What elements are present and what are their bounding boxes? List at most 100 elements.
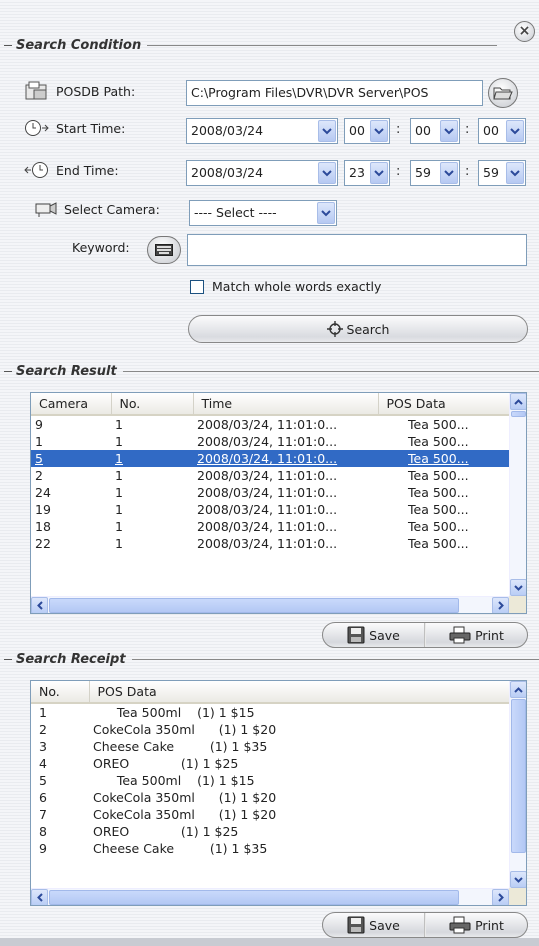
scroll-down-icon[interactable]	[510, 871, 526, 888]
result-horizontal-scrollbar[interactable]	[31, 596, 509, 613]
start-second-select[interactable]: 00	[478, 118, 526, 144]
virtual-keyboard-button[interactable]	[147, 236, 181, 264]
table-row[interactable]: 7 CokeCola 350ml (1) 1 $20	[31, 806, 526, 823]
table-cell: 1	[115, 536, 123, 551]
scroll-left-icon[interactable]	[31, 597, 48, 613]
receipt-vertical-scrollbar[interactable]	[509, 681, 526, 888]
table-cell: 4	[39, 756, 47, 771]
folder-open-icon	[493, 87, 513, 100]
search-button[interactable]: Search	[188, 315, 528, 343]
time-separator: :	[465, 122, 470, 137]
start-hour-value: 00	[349, 123, 365, 138]
scroll-up-icon[interactable]	[510, 393, 526, 410]
scroll-thumb[interactable]	[511, 411, 526, 417]
column-header[interactable]: Camera	[31, 393, 112, 416]
table-row[interactable]: 4 OREO (1) 1 $25	[31, 755, 526, 772]
table-row[interactable]: 2 1 2008/03/24, 11:01:0... Tea 500...	[31, 467, 526, 484]
table-row[interactable]: 8 OREO (1) 1 $25	[31, 823, 526, 840]
table-cell: 1	[115, 519, 123, 534]
end-minute-value: 59	[415, 165, 431, 180]
table-row[interactable]: 9 1 2008/03/24, 11:01:0... Tea 500...	[31, 415, 526, 433]
chevron-down-icon[interactable]	[440, 120, 458, 142]
start-date-select[interactable]: 2008/03/24	[186, 118, 338, 144]
chevron-down-icon[interactable]	[440, 162, 458, 184]
table-row[interactable]: 1 Tea 500ml (1) 1 $15	[31, 703, 526, 721]
end-time-row: End Time:	[24, 160, 119, 180]
scroll-up-icon[interactable]	[510, 681, 526, 698]
clock-end-icon	[24, 162, 48, 178]
table-cell: Tea 500...	[408, 502, 469, 517]
table-row[interactable]: 9 Cheese Cake (1) 1 $35	[31, 840, 526, 857]
scroll-left-icon[interactable]	[31, 889, 48, 905]
chevron-down-icon[interactable]	[370, 120, 388, 142]
table-cell: Tea 500...	[408, 519, 469, 534]
end-second-select[interactable]: 59	[478, 160, 526, 186]
result-print-button[interactable]: Print	[426, 623, 527, 647]
table-cell: 2008/03/24, 11:01:0...	[197, 485, 338, 500]
table-cell: Tea 500ml (1) 1 $15	[93, 705, 255, 720]
scroll-down-icon[interactable]	[510, 579, 526, 596]
receipt-save-button[interactable]: Save	[323, 913, 424, 937]
chevron-down-icon[interactable]	[318, 162, 336, 184]
start-second-value: 00	[483, 123, 499, 138]
column-header[interactable]: POS Data	[89, 681, 526, 704]
match-whole-words-checkbox[interactable]	[190, 280, 204, 294]
table-row[interactable]: 1 1 2008/03/24, 11:01:0... Tea 500...	[31, 433, 526, 450]
table-cell: 1	[111, 450, 193, 467]
table-row[interactable]: 19 1 2008/03/24, 11:01:0... Tea 500...	[31, 501, 526, 518]
start-minute-value: 00	[415, 123, 431, 138]
keyboard-icon	[155, 244, 173, 256]
column-header[interactable]: POS Data	[378, 393, 526, 416]
result-save-button[interactable]: Save	[323, 623, 424, 647]
printer-icon	[449, 916, 471, 934]
table-row[interactable]: 6 CokeCola 350ml (1) 1 $20	[31, 789, 526, 806]
save-label: Save	[369, 627, 400, 643]
table-cell: 1	[39, 705, 47, 720]
folder-icon	[25, 81, 47, 100]
column-header[interactable]: No.	[111, 393, 194, 416]
posdb-path-field[interactable]: C:\Program Files\DVR\DVR Server\POS	[186, 80, 483, 106]
browse-folder-button[interactable]	[488, 78, 518, 108]
table-cell: Tea 500...	[378, 450, 526, 467]
camera-select[interactable]: ---- Select ----	[189, 200, 337, 226]
start-minute-select[interactable]: 00	[410, 118, 460, 144]
chevron-down-icon[interactable]	[506, 120, 524, 142]
receipt-print-button[interactable]: Print	[426, 913, 527, 937]
table-row[interactable]: 22 1 2008/03/24, 11:01:0... Tea 500...	[31, 535, 526, 552]
column-header[interactable]: No.	[31, 681, 90, 704]
end-hour-select[interactable]: 23	[344, 160, 390, 186]
chevron-down-icon[interactable]	[370, 162, 388, 184]
end-date-select[interactable]: 2008/03/24	[186, 160, 338, 186]
scroll-right-icon[interactable]	[492, 597, 509, 613]
chevron-down-icon[interactable]	[506, 162, 524, 184]
end-minute-select[interactable]: 59	[410, 160, 460, 186]
start-hour-select[interactable]: 00	[344, 118, 390, 144]
scroll-right-icon[interactable]	[492, 889, 509, 905]
receipt-horizontal-scrollbar[interactable]	[31, 888, 509, 905]
chevron-down-icon[interactable]	[318, 120, 336, 142]
table-row[interactable]: 5 Tea 500ml (1) 1 $15	[31, 772, 526, 789]
section-title: Search Receipt	[16, 652, 126, 667]
table-row[interactable]: 2 CokeCola 350ml (1) 1 $20	[31, 721, 526, 738]
table-cell: 2008/03/24, 11:01:0...	[197, 536, 338, 551]
camera-icon	[35, 202, 57, 217]
scroll-thumb[interactable]	[49, 598, 459, 613]
result-vertical-scrollbar[interactable]	[509, 393, 526, 596]
table-row[interactable]: 24 1 2008/03/24, 11:01:0... Tea 500...	[31, 484, 526, 501]
chevron-down-icon[interactable]	[317, 202, 335, 224]
search-condition-header: Search Condition	[0, 38, 498, 53]
search-receipt-header: Search Receipt	[0, 652, 539, 667]
table-row[interactable]: 18 1 2008/03/24, 11:01:0... Tea 500...	[31, 518, 526, 535]
close-icon[interactable]: ×	[514, 21, 535, 42]
keyword-label: Keyword:	[72, 240, 130, 255]
table-cell: 2008/03/24, 11:01:0...	[193, 450, 378, 467]
keyword-input[interactable]	[187, 234, 527, 266]
table-cell: 1	[115, 485, 123, 500]
scroll-thumb[interactable]	[511, 699, 526, 853]
table-row[interactable]: 3 Cheese Cake (1) 1 $35	[31, 738, 526, 755]
scroll-corner	[509, 888, 526, 905]
scroll-thumb[interactable]	[49, 890, 459, 905]
column-header[interactable]: Time	[193, 393, 379, 416]
table-row[interactable]: 5 1 2008/03/24, 11:01:0... Tea 500...	[31, 450, 526, 467]
end-hour-value: 23	[349, 165, 365, 180]
